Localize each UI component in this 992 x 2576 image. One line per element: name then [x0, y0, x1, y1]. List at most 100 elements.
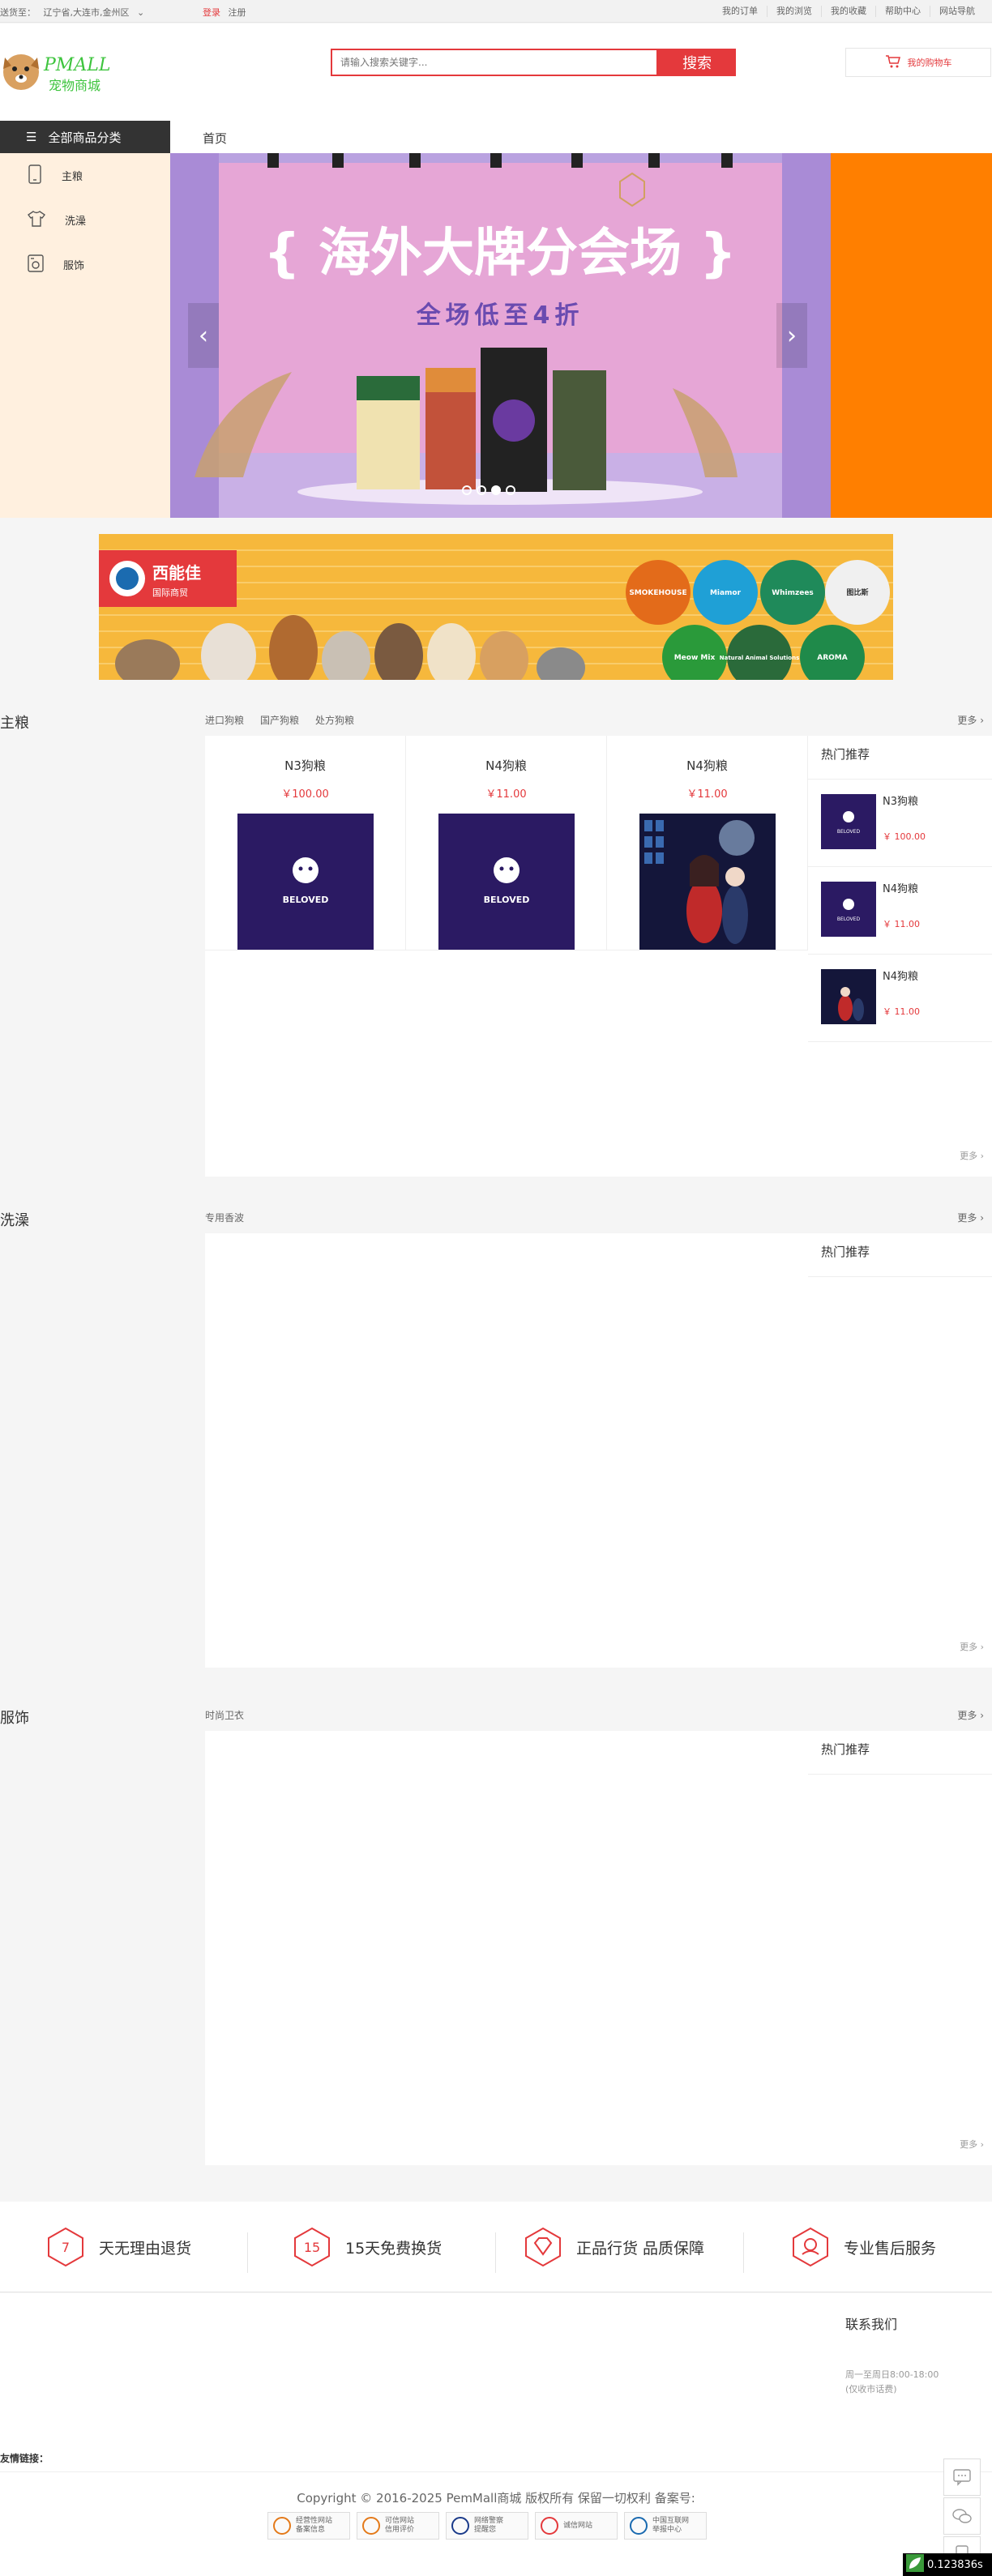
product-card[interactable]: N4狗粮 ￥11.00 BELOVED — [406, 736, 607, 951]
hot-item-price: ￥ 100.00 — [883, 831, 926, 842]
debug-timer: 0.123836s — [903, 2553, 992, 2576]
site-logo[interactable]: PMALL 宠物商城 — [0, 46, 130, 98]
promo-ad-banner[interactable]: 西能佳 国际商贸 SMOKEHOUSE Miamor Whimzees 图比斯 … — [99, 534, 893, 680]
ad-logo-1: SMOKEHOUSE — [629, 589, 686, 597]
service-label: 15天免费换货 — [345, 2239, 443, 2258]
main-nav: ☰ 全部商品分类 首页 — [0, 121, 992, 153]
hot-item-name[interactable]: N4狗粮 — [883, 968, 918, 983]
hero-headline: { 海外大牌分会场 } — [263, 224, 737, 284]
floor-tab[interactable]: 国产狗粮 — [260, 713, 299, 727]
trust-badge[interactable]: 网络警察 提醒您 — [446, 2512, 528, 2540]
hot-item-image[interactable]: BELOVED — [821, 882, 876, 937]
product-image[interactable] — [639, 814, 776, 950]
hero-image: { 海外大牌分会场 } 全场低至4折 — [170, 153, 831, 518]
footer: 联系我们 周一至周日8:00-18:00 (仅收市话费) 友情链接： Copyr… — [0, 2293, 992, 2576]
carousel-dot[interactable] — [462, 485, 472, 495]
trust-badges: 经营性网站 备案信息 可信网站 信用评价 网络警察 提醒您 诚信网站 中国互联网 举报中… — [267, 2512, 707, 2540]
floor-title: 服饰 — [0, 1710, 29, 1727]
cart-button[interactable]: 我的购物车 — [845, 48, 991, 77]
hot-item-image[interactable]: BELOVED — [821, 794, 876, 849]
top-links: 我的订单 我的浏览 我的收藏 帮助中心 网站导航 — [713, 6, 984, 17]
nav-home[interactable]: 首页 — [203, 130, 227, 147]
shield-icon — [273, 2517, 291, 2535]
ad-brand-sub: 国际商贸 — [152, 587, 188, 598]
hot-item[interactable]: N4狗粮 ￥ 11.00 — [808, 955, 992, 1042]
top-link-orders[interactable]: 我的订单 — [713, 6, 767, 17]
hot-item[interactable]: BELOVED N4狗粮 ￥ 11.00 — [808, 867, 992, 955]
floor-tab[interactable]: 专用香波 — [205, 1211, 244, 1224]
chevron-down-icon[interactable]: ⌄ — [137, 7, 144, 18]
login-link[interactable]: 登录 — [203, 7, 220, 18]
wechat-icon[interactable] — [943, 2497, 981, 2535]
trust-badge[interactable]: 可信网站 信用评价 — [357, 2512, 439, 2540]
carousel-dot[interactable] — [477, 485, 486, 495]
floor-more-bottom-link[interactable]: 更多 › — [960, 1149, 984, 1162]
product-card[interactable]: N3狗粮 ￥100.00 BELOVED — [205, 736, 406, 951]
product-name[interactable]: N4狗粮 — [406, 757, 606, 774]
service-item: 正品行货 品质保障 — [523, 2227, 704, 2267]
carousel-dot-active[interactable] — [491, 485, 501, 495]
svg-text:BELOVED: BELOVED — [483, 895, 529, 905]
hot-item-image[interactable] — [821, 969, 876, 1024]
search-input[interactable] — [331, 49, 659, 76]
product-name[interactable]: N3狗粮 — [205, 757, 405, 774]
all-categories-button[interactable]: ☰ 全部商品分类 — [0, 121, 170, 153]
hours-text: 周一至周日8:00-18:00 — [845, 2369, 939, 2380]
floor-tab[interactable]: 进口狗粮 — [205, 713, 244, 727]
top-link-favorites[interactable]: 我的收藏 — [821, 6, 875, 17]
floor-more-link[interactable]: 更多 › — [957, 1211, 984, 1224]
top-link-sitemap[interactable]: 网站导航 — [930, 6, 984, 17]
chat-icon[interactable] — [943, 2459, 981, 2496]
sidebar-item-label: 洗澡 — [65, 216, 87, 228]
floor-more-bottom-link[interactable]: 更多 › — [960, 1640, 984, 1653]
sidebar-item-food[interactable]: 主粮 — [0, 153, 170, 198]
floor-more-link[interactable]: 更多 › — [957, 713, 984, 727]
hot-item[interactable]: BELOVED N3狗粮 ￥ 100.00 — [808, 780, 992, 867]
floor-panel: 热门推荐 更多 › — [205, 1233, 992, 1668]
hero-carousel[interactable]: { 海外大牌分会场 } 全场低至4折 ‹ › — [170, 153, 831, 518]
ship-label: 送货至： — [0, 7, 36, 18]
leaf-icon — [906, 2554, 924, 2575]
hot-item-name[interactable]: N3狗粮 — [883, 792, 918, 808]
sidebar-item-bath[interactable]: 洗澡 — [0, 198, 170, 242]
sidebar-item-label: 服饰 — [63, 260, 85, 272]
top-link-history[interactable]: 我的浏览 — [767, 6, 821, 17]
hours-note: (仅收市话费) — [845, 2384, 897, 2394]
trust-badge[interactable]: 经营性网站 备案信息 — [267, 2512, 350, 2540]
location-text[interactable]: 辽宁省,大连市,金州区 — [44, 7, 130, 18]
floor-more-bottom-link[interactable]: 更多 › — [960, 2138, 984, 2151]
cart-icon — [885, 54, 901, 70]
ship-location[interactable]: 送货至： 辽宁省,大连市,金州区 ⌄ — [0, 6, 149, 19]
hot-title: 热门推荐 — [808, 736, 992, 780]
product-card[interactable]: N4狗粮 ￥11.00 — [607, 736, 808, 951]
logo-text: PMALL — [43, 55, 110, 75]
floor-tab[interactable]: 处方狗粮 — [315, 713, 354, 727]
service-item: 7 天无理由退货 — [45, 2227, 191, 2267]
carousel-prev-button[interactable]: ‹ — [188, 303, 219, 368]
floor-tab[interactable]: 时尚卫衣 — [205, 1708, 244, 1722]
register-link[interactable]: 注册 — [229, 7, 246, 18]
login-area: 登录 注册 — [203, 6, 246, 19]
floor-bath: 洗澡 专用香波 更多 › 热门推荐 更多 › — [0, 1209, 992, 1674]
ad-logo-2: Miamor — [710, 589, 742, 597]
product-image[interactable]: BELOVED — [438, 814, 575, 950]
hexagon-icon: 15 — [292, 2227, 332, 2267]
ad-brand: 西能佳 — [152, 563, 201, 583]
trust-badge[interactable]: 诚信网站 — [535, 2512, 618, 2540]
carousel-dot[interactable] — [506, 485, 515, 495]
trust-badge[interactable]: 中国互联网 举报中心 — [624, 2512, 707, 2540]
hot-item-name[interactable]: N4狗粮 — [883, 880, 918, 895]
service-hours: 周一至周日8:00-18:00 (仅收市话费) — [845, 2368, 939, 2397]
search-button[interactable]: 搜索 — [658, 49, 736, 76]
appliance-icon — [28, 254, 44, 276]
floor-food: 主粮 进口狗粮 国产狗粮 处方狗粮 更多 › N3狗粮 ￥100.00 BELO… — [0, 711, 992, 1177]
product-image[interactable]: BELOVED — [237, 814, 374, 950]
floor-more-link[interactable]: 更多 › — [957, 1708, 984, 1722]
svg-text:7: 7 — [62, 2240, 70, 2255]
sidebar-item-clothing[interactable]: 服饰 — [0, 242, 170, 287]
report-icon — [630, 2517, 648, 2535]
category-sidebar: 主粮 洗澡 服饰 — [0, 153, 170, 518]
carousel-next-button[interactable]: › — [776, 303, 807, 368]
top-link-help[interactable]: 帮助中心 — [875, 6, 930, 17]
product-name[interactable]: N4狗粮 — [607, 757, 807, 774]
